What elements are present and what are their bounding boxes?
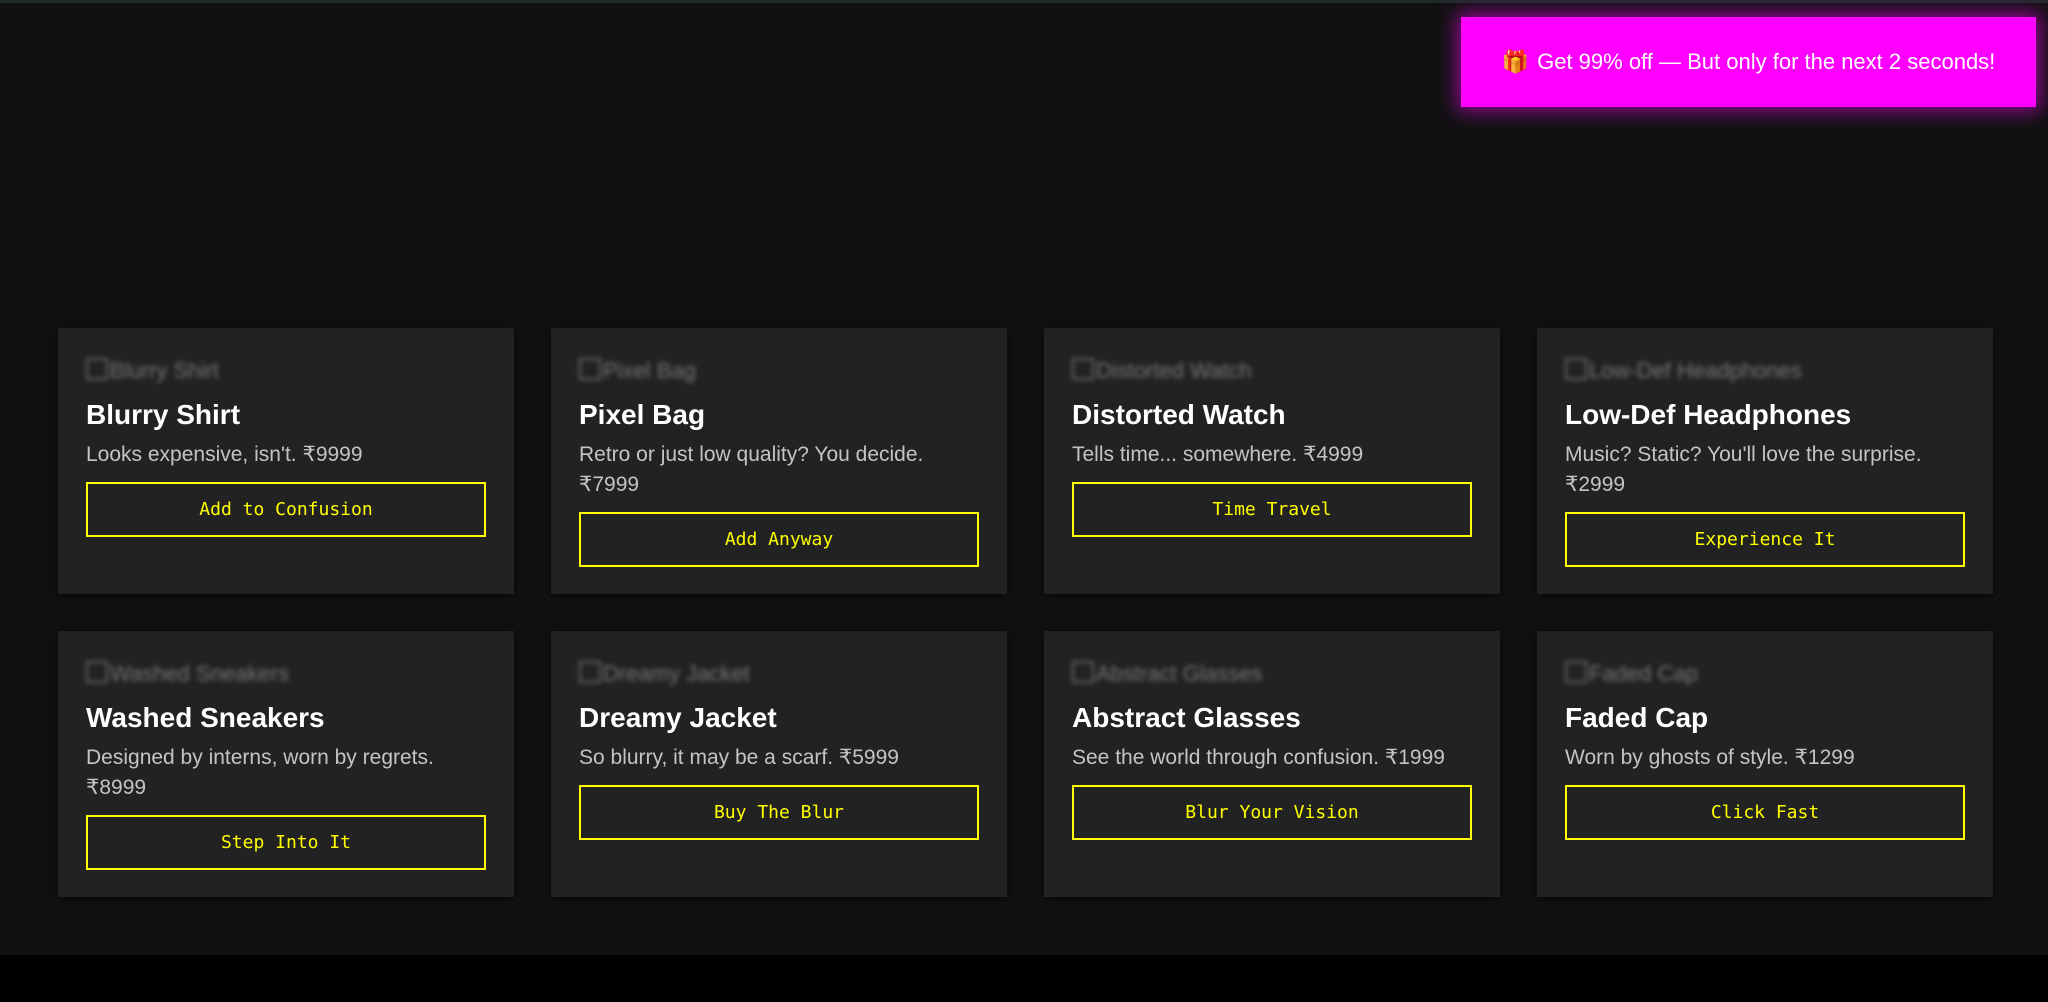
product-card: Pixel Bag Pixel Bag Retro or just low qu… — [551, 328, 1007, 594]
add-to-cart-button[interactable]: Add Anyway — [579, 512, 979, 567]
product-title: Distorted Watch — [1072, 399, 1286, 430]
product-grid: Blurry Shirt Blurry Shirt Looks expensiv… — [58, 328, 1993, 897]
broken-image-icon — [1565, 661, 1587, 683]
product-description: Worn by ghosts of style. ₹1299 — [1565, 746, 1855, 769]
promo-banner[interactable]: 🎁 Get 99% off — But only for the next 2 … — [1461, 17, 2036, 107]
page: 🎁 Get 99% off — But only for the next 2 … — [0, 0, 2048, 955]
product-card: Blurry Shirt Blurry Shirt Looks expensiv… — [58, 328, 514, 594]
add-to-cart-button[interactable]: Time Travel — [1072, 482, 1472, 537]
broken-image-icon — [579, 661, 601, 683]
product-image: Distorted Watch — [1072, 358, 1471, 384]
product-image: Blurry Shirt — [86, 358, 485, 384]
product-title: Dreamy Jacket — [579, 702, 777, 733]
promo-text: Get 99% off — But only for the next 2 se… — [1537, 49, 1996, 74]
product-image-alt: Faded Cap — [1589, 661, 1698, 686]
product-image: Abstract Glasses — [1072, 661, 1471, 687]
product-description: Tells time... somewhere. ₹4999 — [1072, 443, 1364, 466]
add-to-cart-button[interactable]: Click Fast — [1565, 785, 1965, 840]
product-card: Distorted Watch Distorted Watch Tells ti… — [1044, 328, 1500, 594]
broken-image-icon — [1072, 661, 1094, 683]
product-description: So blurry, it may be a scarf. ₹5999 — [579, 746, 899, 769]
product-title: Low-Def Headphones — [1565, 399, 1852, 430]
product-image-alt: Abstract Glasses — [1096, 661, 1263, 686]
product-title: Abstract Glasses — [1072, 702, 1301, 733]
add-to-cart-button[interactable]: Add to Confusion — [86, 482, 486, 537]
product-image-alt: Low-Def Headphones — [1589, 358, 1802, 383]
product-card: Dreamy Jacket Dreamy Jacket So blurry, i… — [551, 631, 1007, 897]
product-image: Dreamy Jacket — [579, 661, 978, 687]
product-card: Washed Sneakers Washed Sneakers Designed… — [58, 631, 514, 897]
product-description: Retro or just low quality? You decide. ₹… — [579, 443, 924, 496]
product-title: Pixel Bag — [579, 399, 706, 430]
product-image-alt: Blurry Shirt — [110, 358, 219, 383]
product-title: Faded Cap — [1565, 702, 1709, 733]
bottom-bar — [0, 955, 2048, 1002]
product-title: Washed Sneakers — [86, 702, 325, 733]
product-card: Abstract Glasses Abstract Glasses See th… — [1044, 631, 1500, 897]
product-description: Looks expensive, isn't. ₹9999 — [86, 443, 363, 466]
add-to-cart-button[interactable]: Experience It — [1565, 512, 1965, 567]
add-to-cart-button[interactable]: Blur Your Vision — [1072, 785, 1472, 840]
broken-image-icon — [1565, 358, 1587, 380]
product-image-alt: Washed Sneakers — [110, 661, 289, 686]
product-description: See the world through confusion. ₹1999 — [1072, 746, 1445, 769]
broken-image-icon — [579, 358, 601, 380]
product-image-alt: Distorted Watch — [1096, 358, 1252, 383]
broken-image-icon — [86, 358, 108, 380]
product-image-alt: Dreamy Jacket — [603, 661, 750, 686]
product-image: Low-Def Headphones — [1565, 358, 1964, 384]
product-card: Faded Cap Faded Cap Worn by ghosts of st… — [1537, 631, 1993, 897]
product-image: Washed Sneakers — [86, 661, 485, 687]
add-to-cart-button[interactable]: Step Into It — [86, 815, 486, 870]
product-card: Low-Def Headphones Low-Def Headphones Mu… — [1537, 328, 1993, 594]
product-image-alt: Pixel Bag — [603, 358, 696, 383]
broken-image-icon — [86, 661, 108, 683]
product-description: Music? Static? You'll love the surprise.… — [1565, 443, 1922, 496]
product-description: Designed by interns, worn by regrets. ₹8… — [86, 746, 434, 799]
product-title: Blurry Shirt — [86, 399, 241, 430]
product-image: Pixel Bag — [579, 358, 978, 384]
product-image: Faded Cap — [1565, 661, 1964, 687]
add-to-cart-button[interactable]: Buy The Blur — [579, 785, 979, 840]
broken-image-icon — [1072, 358, 1094, 380]
gift-icon: 🎁 — [1501, 49, 1530, 74]
